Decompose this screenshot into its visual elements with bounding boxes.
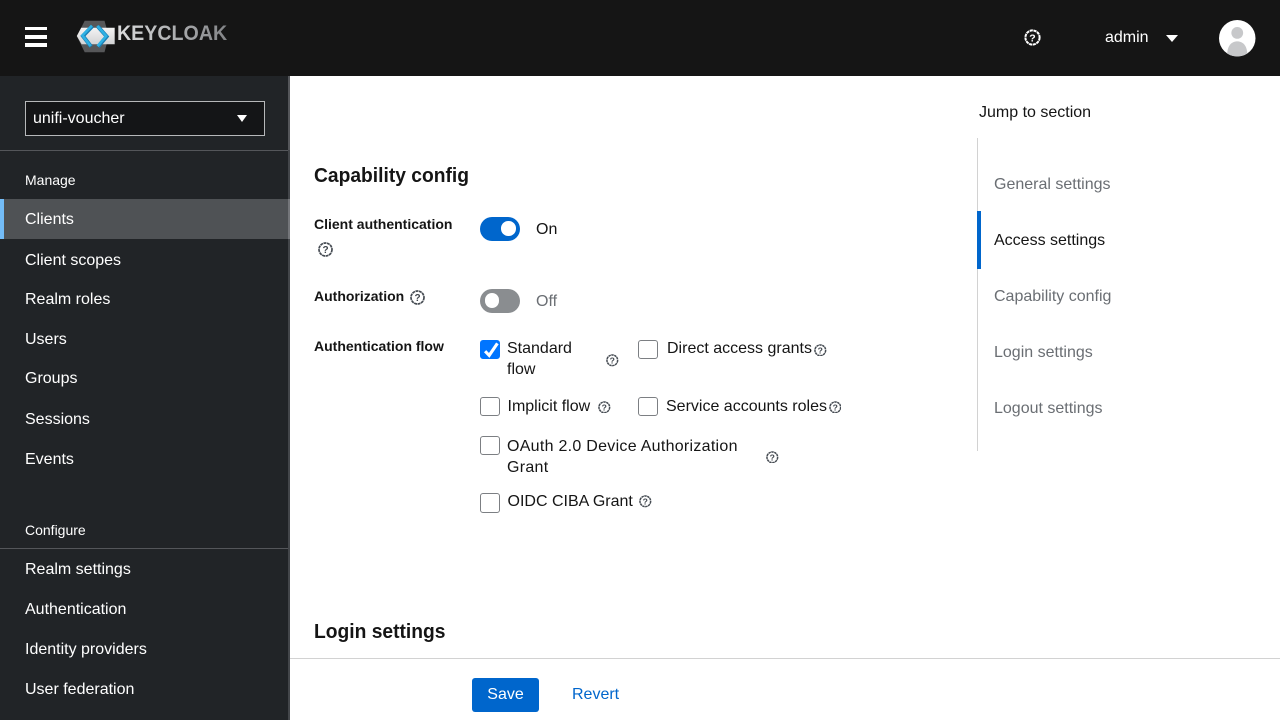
svg-text:?: ? (1029, 32, 1035, 44)
svg-text:?: ? (818, 345, 823, 355)
svg-text:?: ? (832, 402, 837, 412)
svg-text:?: ? (643, 497, 648, 507)
svg-text:?: ? (414, 293, 420, 304)
svg-text:?: ? (602, 402, 607, 412)
svg-text:?: ? (770, 452, 775, 462)
svg-text:?: ? (322, 246, 328, 257)
svg-text:?: ? (610, 355, 615, 365)
